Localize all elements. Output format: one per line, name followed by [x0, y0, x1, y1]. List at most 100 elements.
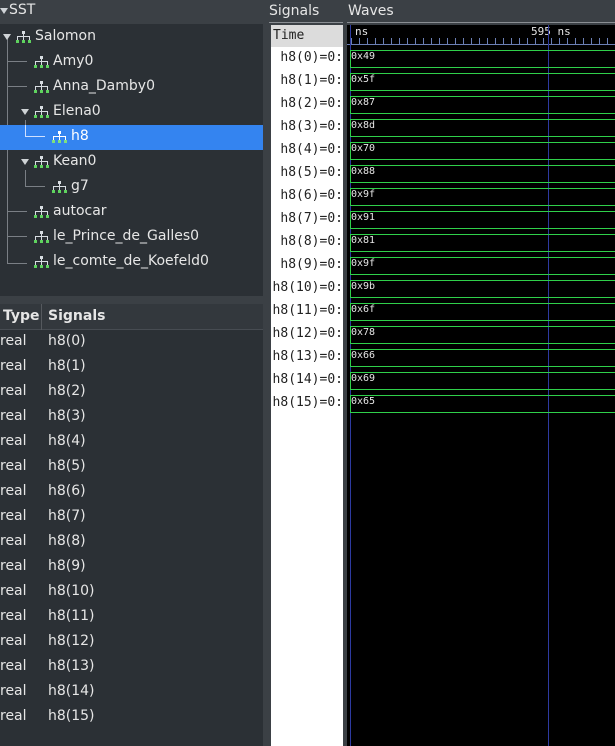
ruler-tick: [375, 38, 376, 44]
wave-signal-name[interactable]: h8(1)=0:: [271, 73, 343, 93]
wave-signal-name[interactable]: h8(4)=0:: [271, 142, 343, 162]
signal-row[interactable]: real h8(14): [0, 680, 263, 705]
ruler-tick: [527, 38, 528, 44]
signal-row[interactable]: real h8(15): [0, 705, 263, 730]
hierarchy-icon: [52, 181, 67, 193]
waveform[interactable]: 0x70: [350, 142, 615, 162]
pane-splitter[interactable]: [0, 296, 263, 304]
ruler-tick: [583, 38, 584, 44]
wave-signal-name[interactable]: h8(6)=0:: [271, 188, 343, 208]
time-ruler[interactable]: ns 595 ns: [347, 25, 615, 47]
expand-triangle-icon[interactable]: [21, 109, 29, 115]
waveform[interactable]: 0x91: [350, 211, 615, 231]
signal-row[interactable]: real h8(10): [0, 580, 263, 605]
wave-signal-name[interactable]: h8(13)=0:: [271, 349, 343, 369]
tree-node-elena0[interactable]: Elena0: [0, 100, 263, 125]
waveform[interactable]: 0x78: [350, 326, 615, 346]
tree-node-label: Kean0: [53, 153, 97, 169]
tree-node-label: Anna_Damby0: [53, 78, 155, 94]
tree-node-anna-damby0[interactable]: Anna_Damby0: [0, 75, 263, 100]
tree-node-le-comte-de-koefeld0[interactable]: le_comte_de_Koefeld0: [0, 250, 263, 275]
ruler-tick: [487, 38, 488, 44]
tree-node-kean0[interactable]: Kean0: [0, 150, 263, 175]
signal-type: real: [0, 658, 27, 674]
signal-row[interactable]: real h8(13): [0, 655, 263, 680]
waveform[interactable]: 0x9f: [350, 257, 615, 277]
signal-type: real: [0, 383, 27, 399]
expand-triangle-icon[interactable]: [21, 159, 29, 165]
ruler-tick: [519, 38, 520, 44]
tree-node-g7[interactable]: g7: [0, 175, 263, 200]
waves-panel: Waves ns 595 ns 0x49 0x5f 0x87 0x8d 0x70…: [347, 0, 615, 746]
wave-signal-name[interactable]: h8(7)=0:: [271, 211, 343, 231]
waveform[interactable]: 0x5f: [350, 73, 615, 93]
waveform[interactable]: 0x9b: [350, 280, 615, 300]
signal-row[interactable]: real h8(1): [0, 355, 263, 380]
signal-row[interactable]: real h8(5): [0, 455, 263, 480]
wave-value: 0x8d: [351, 120, 376, 131]
waveform[interactable]: 0x69: [350, 372, 615, 392]
signal-row[interactable]: real h8(8): [0, 530, 263, 555]
hierarchy-icon: [34, 81, 49, 93]
ruler-tick: [359, 38, 360, 44]
tree-node-label: le_comte_de_Koefeld0: [53, 253, 209, 269]
waveform[interactable]: 0x87: [350, 96, 615, 116]
signal-type: real: [0, 558, 27, 574]
waveform[interactable]: 0x81: [350, 234, 615, 254]
signal-row[interactable]: real h8(9): [0, 555, 263, 580]
tree-node-h8[interactable]: h8: [0, 125, 263, 150]
signal-type: real: [0, 608, 27, 624]
tree-node-label: autocar: [53, 203, 107, 219]
signal-name: h8(13): [48, 658, 95, 674]
sst-header[interactable]: SST: [0, 0, 263, 24]
waveform[interactable]: 0x49: [350, 50, 615, 70]
signal-row[interactable]: real h8(6): [0, 480, 263, 505]
tree-node-amy0[interactable]: Amy0: [0, 50, 263, 75]
wave-signal-name[interactable]: h8(14)=0:: [271, 372, 343, 392]
waveform[interactable]: 0x8d: [350, 119, 615, 139]
column-divider[interactable]: [41, 304, 42, 330]
hierarchy-icon: [52, 131, 67, 143]
waveform[interactable]: 0x9f: [350, 188, 615, 208]
signal-row[interactable]: real h8(3): [0, 405, 263, 430]
waveform[interactable]: 0x6f: [350, 303, 615, 323]
tree-node-label: Salomon: [35, 28, 96, 44]
ruler-tick: [551, 38, 552, 44]
column-header-type[interactable]: Type: [3, 308, 40, 324]
wave-signal-name[interactable]: h8(10)=0:: [271, 280, 343, 300]
tree-node-autocar[interactable]: autocar: [0, 200, 263, 225]
signal-name: h8(2): [48, 383, 86, 399]
wave-signal-name[interactable]: h8(9)=0:: [271, 257, 343, 277]
waveform[interactable]: 0x88: [350, 165, 615, 185]
wave-value: 0x87: [351, 97, 376, 108]
wave-signal-name[interactable]: h8(2)=0:: [271, 96, 343, 116]
signal-row[interactable]: real h8(7): [0, 505, 263, 530]
ruler-tick: [535, 38, 536, 44]
wave-value: 0x78: [351, 327, 376, 338]
signal-row[interactable]: real h8(0): [0, 330, 263, 355]
wave-signal-name[interactable]: h8(0)=0:: [271, 50, 343, 70]
wave-signal-name[interactable]: h8(12)=0:: [271, 326, 343, 346]
wave-display[interactable]: ns 595 ns 0x49 0x5f 0x87 0x8d 0x70 0x88 …: [347, 25, 615, 746]
expand-triangle-icon[interactable]: [3, 34, 11, 40]
signal-row[interactable]: real h8(11): [0, 605, 263, 630]
collapse-triangle-icon[interactable]: [0, 8, 8, 14]
signal-type: real: [0, 708, 27, 724]
signal-row[interactable]: real h8(12): [0, 630, 263, 655]
signal-name: h8(6): [48, 483, 86, 499]
ruler-tick: [415, 38, 416, 44]
wave-signal-name[interactable]: h8(15)=0:: [271, 395, 343, 415]
waveform[interactable]: 0x65: [350, 395, 615, 415]
wave-signal-name[interactable]: h8(8)=0:: [271, 234, 343, 254]
column-header-signals[interactable]: Signals: [48, 308, 105, 324]
ruler-tick: [383, 38, 384, 44]
tree-node-salomon[interactable]: Salomon: [0, 25, 263, 50]
signal-row[interactable]: real h8(4): [0, 430, 263, 455]
waveform[interactable]: 0x66: [350, 349, 615, 369]
tree-node-le-prince-de-galles0[interactable]: le_Prince_de_Galles0: [0, 225, 263, 250]
wave-signal-name[interactable]: h8(11)=0:: [271, 303, 343, 323]
wave-signal-name[interactable]: h8(3)=0:: [271, 119, 343, 139]
signal-row[interactable]: real h8(2): [0, 380, 263, 405]
signal-name: h8(8): [48, 533, 86, 549]
wave-signal-name[interactable]: h8(5)=0:: [271, 165, 343, 185]
